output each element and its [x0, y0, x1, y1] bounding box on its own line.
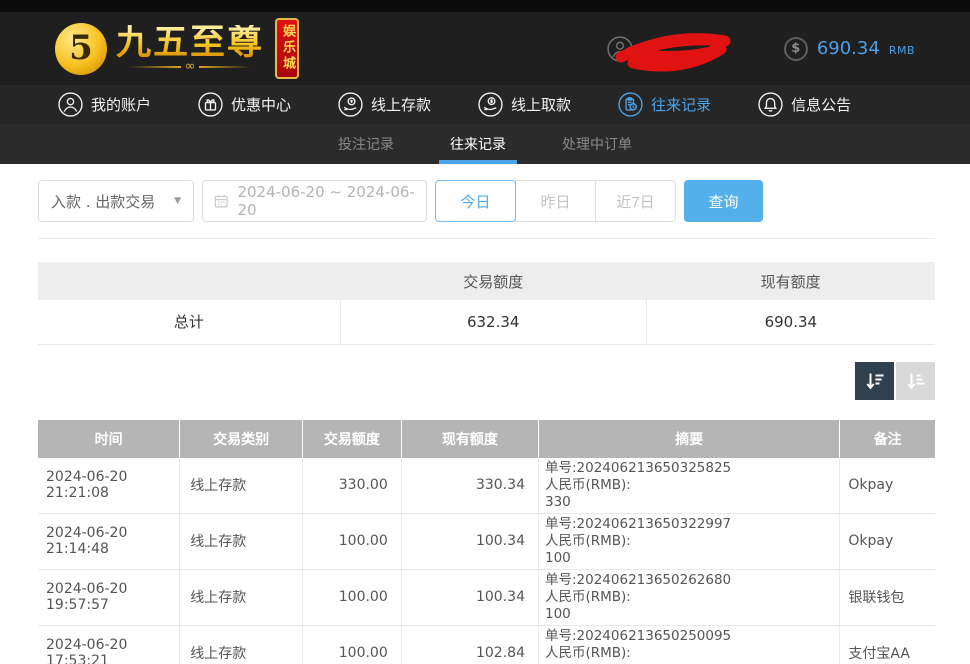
- sort-asc-button[interactable]: [896, 362, 935, 400]
- logo-badge: 娱乐城: [275, 18, 299, 79]
- col-header-balance: 现有额度: [401, 420, 538, 458]
- calendar-icon: [214, 193, 228, 209]
- cell-summary: 单号:202406213650250095 人民币(RMB): 100: [538, 625, 839, 664]
- nav-item-my-account[interactable]: 我的账户: [58, 92, 151, 117]
- page: 5 九五至尊 ∞ 娱乐城: [0, 0, 970, 664]
- transaction-type-select[interactable]: 入款 . 出款交易 ▼: [38, 180, 194, 222]
- withdraw-icon: [478, 92, 503, 117]
- cell-amount: 100.00: [303, 569, 402, 625]
- cell-summary: 单号:202406213650262680 人民币(RMB): 100: [538, 569, 839, 625]
- summary-transaction-total: 632.34: [340, 300, 646, 344]
- summary-table: 交易额度 现有额度 总计 632.34 690.34: [38, 262, 935, 345]
- table-row: 2024-06-20 17:53:21 线上存款 100.00 102.84 单…: [38, 625, 935, 664]
- query-button[interactable]: 查询: [684, 180, 763, 222]
- last7days-button[interactable]: 近7日: [595, 180, 676, 222]
- cell-time: 2024-06-20 19:57:57: [38, 569, 180, 625]
- main-nav: 我的账户 优惠中心 线上存款 线上取款 往来记录: [0, 85, 970, 124]
- col-header-type: 交易类别: [180, 420, 303, 458]
- records-icon: [618, 92, 643, 117]
- user-account[interactable]: [607, 29, 742, 69]
- records-table: 时间 交易类别 交易额度 现有额度 摘要 备注 2024-06-20 21:21…: [38, 420, 935, 664]
- balance: $ 690.34 RMB: [784, 37, 915, 61]
- quick-range-group: 今日 昨日 近7日: [435, 180, 676, 222]
- col-header-remark: 备注: [840, 420, 935, 458]
- dollar-coin-icon: $: [784, 37, 808, 61]
- cell-type: 线上存款: [180, 625, 303, 664]
- filter-bar: 入款 . 出款交易 ▼ 2024-06-20 ~ 2024-06-20 今日 昨…: [38, 164, 935, 239]
- balance-currency: RMB: [889, 44, 915, 57]
- cell-balance: 330.34: [401, 458, 538, 514]
- chevron-down-icon: ▼: [174, 196, 181, 206]
- col-header-amount: 交易额度: [303, 420, 402, 458]
- deposit-icon: [338, 92, 363, 117]
- cell-type: 线上存款: [180, 458, 303, 514]
- balance-amount: 690.34: [817, 38, 880, 59]
- summary-header-balance: 现有额度: [646, 262, 935, 300]
- summary-total-row: 总计 632.34 690.34: [38, 300, 935, 344]
- cell-remark: 支付宝AA: [840, 625, 935, 664]
- sort-desc-icon: [864, 370, 886, 392]
- table-row: 2024-06-20 21:21:08 线上存款 330.00 330.34 单…: [38, 458, 935, 514]
- records-header-row: 时间 交易类别 交易额度 现有额度 摘要 备注: [38, 420, 935, 458]
- cell-summary: 单号:202406213650322997 人民币(RMB): 100: [538, 513, 839, 569]
- tab-processing-orders[interactable]: 处理中订单: [557, 124, 637, 164]
- logo-title: 九五至尊: [116, 25, 264, 61]
- cell-amount: 100.00: [303, 513, 402, 569]
- cell-summary: 单号:202406213650325825 人民币(RMB): 330: [538, 458, 839, 514]
- gift-icon: [198, 92, 223, 117]
- col-header-summary: 摘要: [538, 420, 839, 458]
- cell-type: 线上存款: [180, 513, 303, 569]
- user-avatar-icon: [607, 36, 633, 62]
- cell-type: 线上存款: [180, 569, 303, 625]
- date-range-input[interactable]: 2024-06-20 ~ 2024-06-20: [202, 180, 427, 222]
- sort-desc-button[interactable]: [855, 362, 894, 400]
- cell-time: 2024-06-20 21:14:48: [38, 513, 180, 569]
- cell-balance: 102.84: [401, 625, 538, 664]
- nav-item-announcements[interactable]: 信息公告: [758, 92, 851, 117]
- site-logo[interactable]: 5 九五至尊 ∞ 娱乐城: [55, 18, 299, 79]
- summary-header-transaction: 交易额度: [340, 262, 646, 300]
- tab-transaction-records[interactable]: 往来记录: [445, 124, 511, 164]
- sort-controls: [38, 362, 935, 400]
- tab-bet-records[interactable]: 投注记录: [333, 124, 399, 164]
- cell-balance: 100.34: [401, 513, 538, 569]
- cell-amount: 100.00: [303, 625, 402, 664]
- summary-header-row: 交易额度 现有额度: [38, 262, 935, 300]
- cell-remark: Okpay: [840, 458, 935, 514]
- nav-item-transaction-records[interactable]: 往来记录: [618, 92, 711, 117]
- nav-item-withdraw[interactable]: 线上取款: [478, 92, 571, 117]
- sub-nav: 投注记录 往来记录 处理中订单: [0, 124, 970, 164]
- logo-flourish-icon: ∞: [129, 62, 252, 72]
- today-button[interactable]: 今日: [435, 180, 516, 222]
- summary-total-label: 总计: [38, 300, 340, 344]
- cell-time: 2024-06-20 21:21:08: [38, 458, 180, 514]
- yesterday-button[interactable]: 昨日: [515, 180, 596, 222]
- logo-monogram-icon: 5: [55, 23, 107, 75]
- summary-balance-total: 690.34: [646, 300, 935, 344]
- cell-remark: Okpay: [840, 513, 935, 569]
- summary-header-empty: [38, 262, 340, 300]
- col-header-time: 时间: [38, 420, 180, 458]
- sort-asc-icon: [905, 370, 927, 392]
- top-strip: [0, 0, 970, 12]
- site-header: 5 九五至尊 ∞ 娱乐城: [0, 12, 970, 85]
- nav-item-deposit[interactable]: 线上存款: [338, 92, 431, 117]
- cell-balance: 100.34: [401, 569, 538, 625]
- cell-remark: 银联钱包: [840, 569, 935, 625]
- cell-amount: 330.00: [303, 458, 402, 514]
- content: 入款 . 出款交易 ▼ 2024-06-20 ~ 2024-06-20 今日 昨…: [0, 164, 970, 664]
- nav-item-promotions[interactable]: 优惠中心: [198, 92, 291, 117]
- table-row: 2024-06-20 21:14:48 线上存款 100.00 100.34 单…: [38, 513, 935, 569]
- bell-icon: [758, 92, 783, 117]
- table-row: 2024-06-20 19:57:57 线上存款 100.00 100.34 单…: [38, 569, 935, 625]
- user-icon: [58, 92, 83, 117]
- cell-time: 2024-06-20 17:53:21: [38, 625, 180, 664]
